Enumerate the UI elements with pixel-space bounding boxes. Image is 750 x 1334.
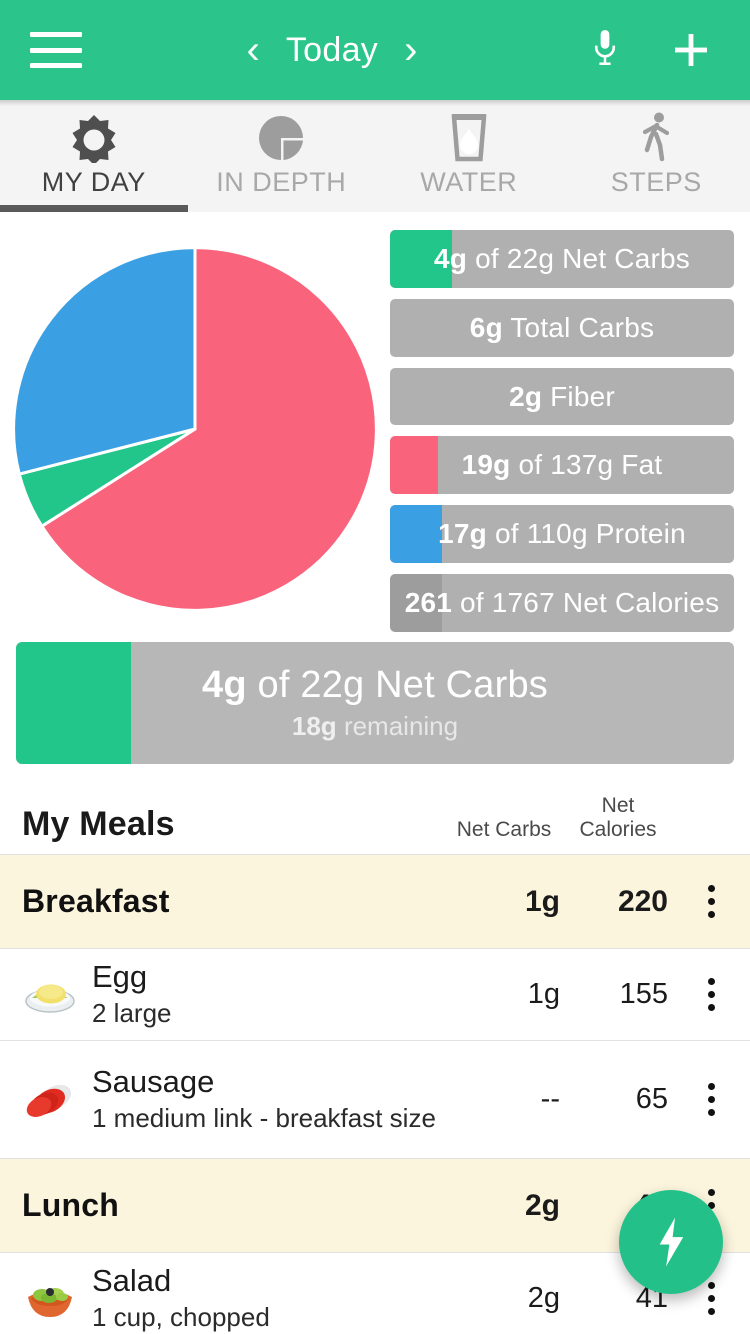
- app-root: ‹ Today › MY DAY IN DEPTH WATER STEPS 4g…: [0, 0, 750, 1334]
- stat-bar-net-carbs[interactable]: 4g of 22g Net Carbs: [390, 230, 734, 288]
- stat-bar-total-carbs[interactable]: 6g Total Carbs: [390, 298, 734, 357]
- meal-name: Breakfast: [22, 883, 170, 919]
- food-net-carbs: 2g: [527, 1282, 560, 1314]
- macro-pie-chart: [0, 226, 390, 632]
- stat-bar-label: 4g of 22g Net Carbs: [434, 242, 690, 274]
- food-net-calories: 155: [619, 978, 668, 1010]
- net-carbs-banner-remaining: 18g remaining: [291, 711, 459, 741]
- tab-in-depth[interactable]: IN DEPTH: [188, 100, 376, 212]
- meal-name-cell: Breakfast: [0, 883, 444, 920]
- tab-label-in-depth: IN DEPTH: [216, 166, 347, 197]
- stat-bar-fiber[interactable]: 2g Fiber: [390, 367, 734, 426]
- pie-chart-icon: [256, 115, 306, 163]
- stat-bar-label: 17g of 110g Protein: [438, 518, 686, 550]
- tab-steps[interactable]: STEPS: [563, 100, 750, 212]
- column-header-net-calories: Net Calories: [564, 794, 672, 844]
- quick-add-fab[interactable]: [619, 1190, 723, 1294]
- food-name: Sausage: [92, 1064, 215, 1100]
- table-row[interactable]: Egg 2 large 1g 155: [0, 948, 750, 1040]
- tab-water[interactable]: WATER: [375, 100, 563, 212]
- lightning-bolt-icon: [659, 1217, 684, 1267]
- stat-bar-label: 19g of 137g Fat: [461, 449, 663, 481]
- meal-net-carbs: 2g: [524, 1188, 560, 1222]
- meals-header: My Meals Net Carbs Net Calories: [0, 776, 750, 854]
- food-description: 2 large: [92, 997, 172, 1028]
- chevron-left-icon[interactable]: ‹: [247, 30, 260, 70]
- food-name: Egg: [92, 959, 148, 995]
- food-name-cell: Salad 1 cup, chopped: [0, 1263, 444, 1333]
- pie-chart-svg: [12, 246, 378, 612]
- stat-bar-label: 6g Total Carbs: [469, 311, 655, 343]
- table-row[interactable]: Breakfast 1g 220: [0, 854, 750, 948]
- sun-icon: [68, 114, 120, 163]
- food-text: Sausage 1 medium link - breakfast size: [92, 1064, 436, 1134]
- tab-my-day[interactable]: MY DAY: [0, 100, 188, 212]
- net-carbs-banner-main: 4g of 22g Net Carbs: [202, 664, 548, 706]
- meal-net-carbs: 1g: [524, 884, 560, 918]
- chevron-right-icon[interactable]: ›: [404, 30, 417, 70]
- date-title: Today: [285, 30, 379, 69]
- stat-bar-label: 261 of 1767 Net Calories: [404, 587, 720, 619]
- sausage-icon: [22, 1072, 78, 1128]
- tab-label-my-day: MY DAY: [41, 166, 146, 197]
- app-bar: ‹ Today ›: [0, 0, 750, 100]
- column-header-net-calories-line1: Net: [601, 793, 635, 817]
- meal-name: Lunch: [22, 1187, 119, 1223]
- egg-plate-icon: [22, 967, 78, 1023]
- water-glass-icon: [446, 113, 492, 163]
- stat-bar-fill: [390, 436, 439, 495]
- tab-label-steps: STEPS: [610, 166, 702, 197]
- food-name: Salad: [92, 1263, 172, 1299]
- tab-label-water: WATER: [420, 166, 518, 197]
- net-carbs-banner-fill: [16, 642, 131, 764]
- food-text: Egg 2 large: [92, 959, 172, 1029]
- stat-bar-label: 2g Fiber: [509, 380, 615, 412]
- column-header-net-carbs: Net Carbs: [456, 817, 552, 841]
- walking-icon: [634, 112, 678, 163]
- app-bar-shadow: [0, 100, 750, 106]
- stat-bar-fill: [390, 505, 442, 564]
- salad-bowl-icon: [22, 1271, 78, 1327]
- meal-name-cell: Lunch: [0, 1187, 444, 1224]
- food-name-cell: Egg 2 large: [0, 959, 444, 1029]
- stat-bar-protein[interactable]: 17g of 110g Protein: [390, 505, 734, 564]
- microphone-icon[interactable]: [582, 27, 628, 73]
- date-navigator: ‹ Today ›: [82, 30, 582, 70]
- kebab-menu-icon[interactable]: [672, 1083, 750, 1116]
- plus-icon[interactable]: [668, 27, 714, 73]
- food-net-calories: 65: [635, 1083, 668, 1115]
- stat-bar-net-calories[interactable]: 261 of 1767 Net Calories: [390, 574, 734, 632]
- hamburger-menu-icon[interactable]: [30, 32, 82, 68]
- food-name-cell: Sausage 1 medium link - breakfast size: [0, 1064, 444, 1134]
- tab-active-indicator: [0, 205, 188, 212]
- stat-bar-fat[interactable]: 19g of 137g Fat: [390, 436, 734, 495]
- food-description: 1 medium link - breakfast size: [92, 1102, 436, 1133]
- column-header-net-calories-line2: Calories: [579, 817, 657, 841]
- net-carbs-banner[interactable]: 4g of 22g Net Carbs 18g remaining: [16, 642, 734, 764]
- food-net-carbs: 1g: [527, 978, 560, 1010]
- food-net-carbs: --: [540, 1083, 560, 1115]
- net-carbs-banner-text: 4g of 22g Net Carbs 18g remaining: [202, 664, 548, 742]
- meal-net-calories: 220: [617, 884, 668, 918]
- kebab-menu-icon[interactable]: [672, 885, 750, 918]
- page-title: My Meals: [22, 805, 175, 843]
- daily-summary: 4g of 22g Net Carbs 6g Total Carbs 2g Fi…: [0, 212, 750, 632]
- tab-bar: MY DAY IN DEPTH WATER STEPS: [0, 100, 750, 212]
- kebab-menu-icon[interactable]: [672, 978, 750, 1011]
- table-row[interactable]: Sausage 1 medium link - breakfast size -…: [0, 1040, 750, 1158]
- food-description: 1 cup, chopped: [92, 1301, 270, 1332]
- food-text: Salad 1 cup, chopped: [92, 1263, 270, 1333]
- app-bar-actions: [582, 27, 714, 73]
- net-carbs-banner-wrapper: 4g of 22g Net Carbs 18g remaining: [0, 632, 750, 776]
- macro-stat-bars: 4g of 22g Net Carbs 6g Total Carbs 2g Fi…: [390, 226, 750, 632]
